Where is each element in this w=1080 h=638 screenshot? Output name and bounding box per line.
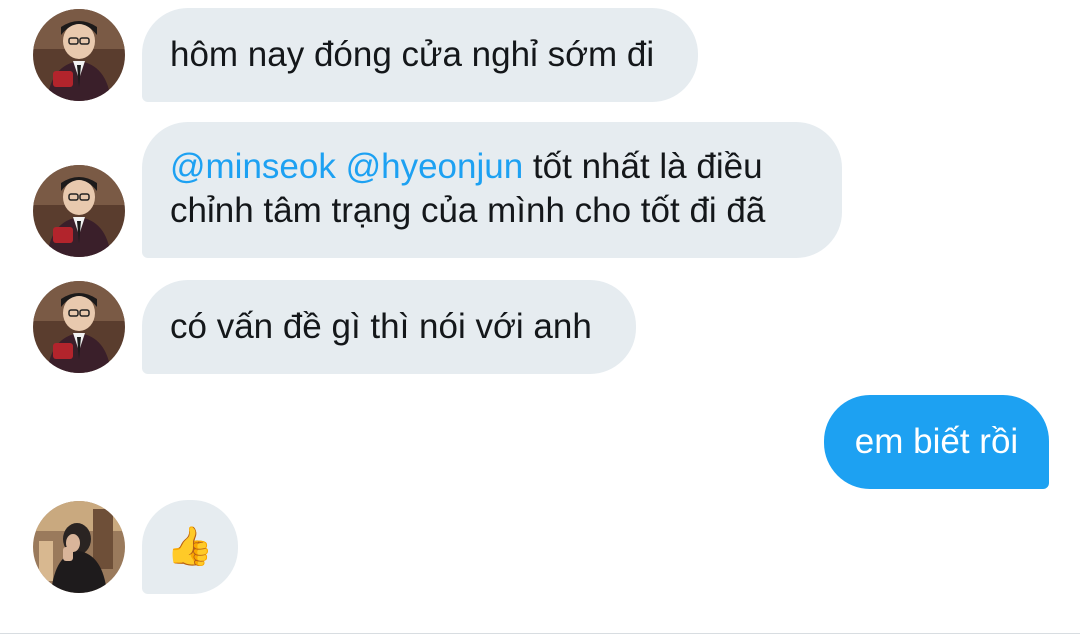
avatar[interactable] bbox=[33, 501, 125, 593]
message-line: chỉnh tâm trạng của mình cho tốt đi đã bbox=[170, 191, 766, 230]
message-text: có vấn đề gì thì nói với anh bbox=[170, 307, 592, 346]
avatar-image bbox=[33, 9, 125, 101]
avatar[interactable] bbox=[33, 165, 125, 257]
message-bubble[interactable]: hôm nay đóng cửa nghỉ sớm đi bbox=[142, 8, 698, 102]
message-text: hôm nay đóng cửa nghỉ sớm đi bbox=[170, 35, 655, 74]
avatar-image bbox=[33, 281, 125, 373]
divider bbox=[0, 633, 1080, 634]
avatar[interactable] bbox=[33, 281, 125, 373]
message-bubble[interactable]: 👍 bbox=[142, 500, 238, 594]
message-bubble[interactable]: @minseok @hyeonjun tốt nhất là điều chỉn… bbox=[142, 122, 842, 258]
message-text bbox=[336, 147, 346, 186]
message-text: em biết rồi bbox=[854, 422, 1019, 461]
message-text: tốt nhất là điều bbox=[523, 147, 763, 186]
avatar-image bbox=[33, 501, 125, 593]
mention-link[interactable]: @minseok bbox=[170, 147, 336, 186]
message-bubble[interactable]: có vấn đề gì thì nói với anh bbox=[142, 280, 636, 374]
avatar[interactable] bbox=[33, 9, 125, 101]
message-line: @minseok @hyeonjun tốt nhất là điều bbox=[170, 145, 814, 189]
mention-link[interactable]: @hyeonjun bbox=[346, 147, 524, 186]
thumbs-up-icon: 👍 bbox=[166, 526, 214, 568]
message-bubble-outgoing[interactable]: em biết rồi bbox=[824, 395, 1049, 489]
avatar-image bbox=[33, 165, 125, 257]
